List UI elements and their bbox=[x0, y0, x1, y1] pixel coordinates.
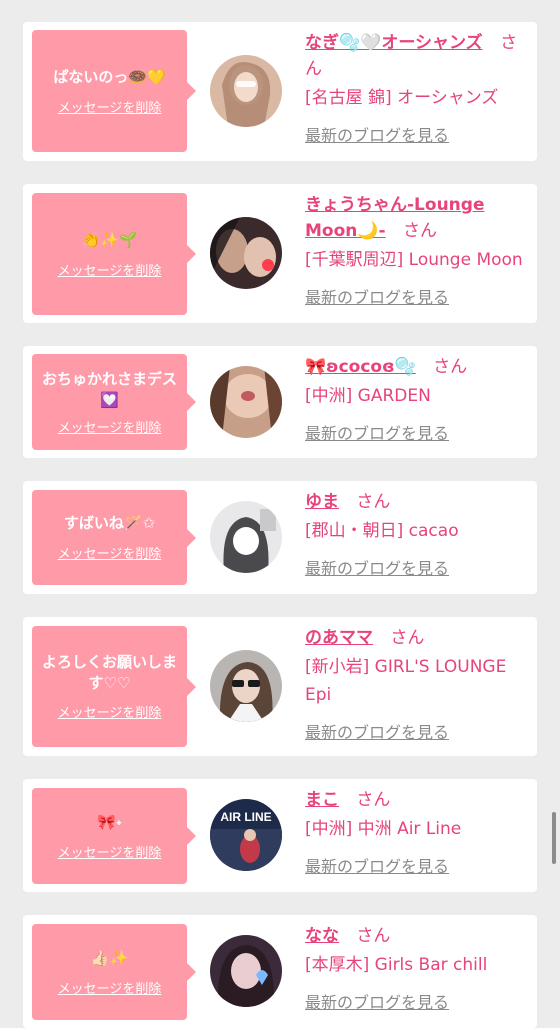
message-bubble: 👍🏻✨ メッセージを削除 bbox=[32, 924, 196, 1020]
list-item: ぱないのっ🍩💛 メッセージを削除 なぎ🫧🤍オーシャンズ さん [名古屋 錦] オ… bbox=[23, 22, 537, 161]
message-text: おちゅかれさまデス💟 bbox=[41, 369, 177, 409]
avatar[interactable] bbox=[210, 650, 282, 722]
girl-name-link[interactable]: まこ bbox=[305, 790, 339, 810]
delete-message-link[interactable]: メッセージを削除 bbox=[58, 978, 162, 997]
view-blog-link[interactable]: 最新のブログを見る bbox=[305, 989, 449, 1013]
girl-info: まこ さん [中洲] 中洲 Air Line 最新のブログを見る bbox=[305, 787, 531, 877]
delete-message-link[interactable]: メッセージを削除 bbox=[58, 702, 162, 721]
girl-name-link[interactable]: 🎀ʚcocoɞ🫧 bbox=[305, 357, 416, 377]
shop-info: [本厚木] Girls Bar chill bbox=[305, 955, 488, 975]
honorific: さん bbox=[433, 357, 468, 377]
view-blog-link[interactable]: 最新のブログを見る bbox=[305, 284, 449, 308]
message-bubble: ぱないのっ🍩💛 メッセージを削除 bbox=[32, 30, 196, 152]
delete-message-link[interactable]: メッセージを削除 bbox=[58, 417, 162, 436]
shop-info: [新小岩] GIRL'S LOUNGE Epi bbox=[305, 657, 507, 705]
shop-info: [千葉駅周辺] Lounge Moon bbox=[305, 250, 523, 270]
girl-name-link[interactable]: なな bbox=[305, 926, 339, 946]
list-item: すばいね🪄✩ メッセージを削除 ゆま さん [郡山・朝日] cacao 最新のブ… bbox=[23, 481, 537, 594]
girl-name-link[interactable]: なぎ🫧🤍オーシャンズ bbox=[305, 33, 483, 53]
message-text: すばいね🪄✩ bbox=[63, 514, 156, 532]
view-blog-link[interactable]: 最新のブログを見る bbox=[305, 555, 449, 579]
name-line: きょうちゃん-Lounge Moon🌙- さん bbox=[305, 192, 531, 244]
girl-info: ゆま さん [郡山・朝日] cacao 最新のブログを見る bbox=[305, 489, 531, 579]
avatar[interactable] bbox=[210, 217, 282, 289]
name-line: まこ さん bbox=[305, 787, 531, 813]
list-item: おちゅかれさまデス💟 メッセージを削除 🎀ʚcocoɞ🫧 さん [中洲] GAR… bbox=[23, 346, 537, 458]
shop-info: [郡山・朝日] cacao bbox=[305, 521, 459, 541]
honorific: さん bbox=[390, 628, 425, 648]
delete-message-link[interactable]: メッセージを削除 bbox=[58, 842, 162, 861]
honorific: さん bbox=[356, 492, 391, 512]
honorific: さん bbox=[356, 790, 391, 810]
list-item: 👍🏻✨ メッセージを削除 なな さん [本厚木] Girls Bar chill… bbox=[23, 915, 537, 1028]
honorific: さん bbox=[356, 926, 391, 946]
avatar[interactable] bbox=[210, 501, 282, 573]
avatar[interactable] bbox=[210, 935, 282, 1007]
message-bubble: よろしくお願いします♡♡ メッセージを削除 bbox=[32, 626, 196, 747]
delete-message-link[interactable]: メッセージを削除 bbox=[58, 97, 162, 116]
view-blog-link[interactable]: 最新のブログを見る bbox=[305, 853, 449, 877]
name-line: のあママ さん bbox=[305, 625, 531, 651]
list-item: よろしくお願いします♡♡ メッセージを削除 のあママ さん [新小岩] GIRL… bbox=[23, 617, 537, 756]
avatar[interactable] bbox=[210, 366, 282, 438]
delete-message-link[interactable]: メッセージを削除 bbox=[58, 543, 162, 562]
message-text: ぱないのっ🍩💛 bbox=[53, 67, 166, 86]
shop-info: [中洲] 中洲 Air Line bbox=[305, 819, 462, 839]
name-line: ゆま さん bbox=[305, 489, 531, 515]
view-blog-link[interactable]: 最新のブログを見る bbox=[305, 719, 449, 743]
view-blog-link[interactable]: 最新のブログを見る bbox=[305, 420, 449, 444]
girl-info: きょうちゃん-Lounge Moon🌙- さん [千葉駅周辺] Lounge M… bbox=[305, 192, 531, 308]
girl-name-link[interactable]: のあママ bbox=[305, 628, 373, 648]
view-blog-link[interactable]: 最新のブログを見る bbox=[305, 122, 449, 146]
message-text: 🎀˖ bbox=[97, 812, 122, 831]
girl-name-link[interactable]: きょうちゃん-Lounge Moon🌙- bbox=[305, 195, 484, 241]
avatar-caption: AIR LINE bbox=[220, 810, 271, 824]
message-bubble: おちゅかれさまデス💟 メッセージを削除 bbox=[32, 354, 196, 450]
avatar[interactable] bbox=[210, 55, 282, 127]
honorific: さん bbox=[403, 221, 438, 241]
name-line: なな さん bbox=[305, 923, 531, 949]
message-bubble: 👏✨🌱 メッセージを削除 bbox=[32, 193, 196, 315]
shop-info: [名古屋 錦] オーシャンズ bbox=[305, 88, 499, 108]
girl-name-link[interactable]: ゆま bbox=[305, 492, 339, 512]
avatar[interactable]: AIR LINE bbox=[210, 799, 282, 871]
name-line: 🎀ʚcocoɞ🫧 さん bbox=[305, 354, 531, 380]
list-item: 👏✨🌱 メッセージを削除 きょうちゃん-Lounge Moon🌙- さん [千葉… bbox=[23, 184, 537, 323]
message-bubble: 🎀˖ メッセージを削除 bbox=[32, 788, 196, 884]
list-item: 🎀˖ メッセージを削除 AIR LINE まこ さん [中洲] 中洲 Air L… bbox=[23, 779, 537, 892]
message-text: 👏✨🌱 bbox=[81, 230, 138, 249]
girl-info: 🎀ʚcocoɞ🫧 さん [中洲] GARDEN 最新のブログを見る bbox=[305, 354, 531, 444]
girl-info: なぎ🫧🤍オーシャンズ さん [名古屋 錦] オーシャンズ 最新のブログを見る bbox=[305, 30, 531, 146]
scrollbar[interactable] bbox=[552, 812, 556, 864]
name-line: なぎ🫧🤍オーシャンズ さん bbox=[305, 30, 531, 82]
message-bubble: すばいね🪄✩ メッセージを削除 bbox=[32, 490, 196, 585]
shop-info: [中洲] GARDEN bbox=[305, 386, 431, 406]
delete-message-link[interactable]: メッセージを削除 bbox=[58, 260, 162, 279]
girl-info: のあママ さん [新小岩] GIRL'S LOUNGE Epi 最新のブログを見… bbox=[305, 625, 531, 743]
message-text: 👍🏻✨ bbox=[90, 948, 129, 967]
message-text: よろしくお願いします♡♡ bbox=[41, 653, 177, 692]
